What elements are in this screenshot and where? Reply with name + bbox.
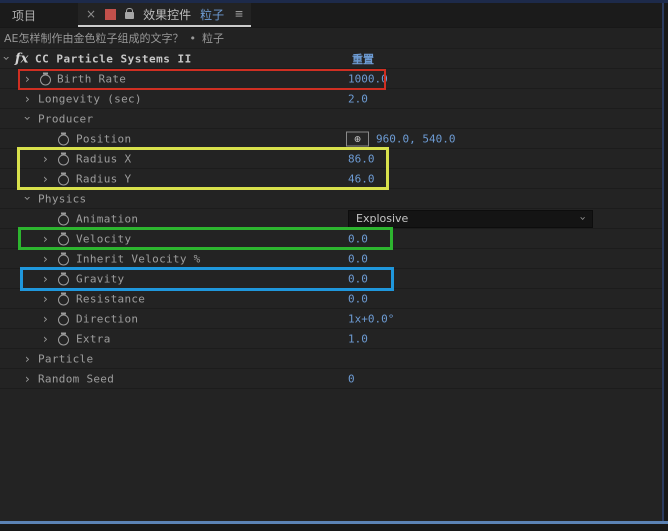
layer-color-swatch-icon	[105, 9, 116, 20]
param-row-position: Position ⊕ 960.0, 540.0	[0, 129, 662, 149]
param-label: Random Seed	[38, 372, 114, 385]
expand-arrow-icon[interactable]: ›	[43, 252, 48, 266]
parameter-list: › fx CC Particle Systems II 重置 › Birth R…	[0, 49, 662, 389]
param-label: Longevity (sec)	[38, 92, 142, 105]
param-row-radius-y: › Radius Y 46.0	[0, 169, 662, 189]
param-label: Gravity	[76, 272, 124, 285]
stopwatch-icon[interactable]	[58, 132, 69, 145]
stopwatch-icon[interactable]	[58, 212, 69, 225]
chevron-down-icon: ›	[576, 216, 589, 220]
expand-arrow-icon[interactable]: ›	[43, 152, 48, 166]
expand-arrow-icon[interactable]: ›	[43, 172, 48, 186]
param-label: Inherit Velocity %	[76, 252, 201, 265]
param-value[interactable]: 2.0	[348, 92, 368, 105]
panel-tab-bar: 项目 × 效果控件 粒子 ≡	[0, 3, 662, 28]
param-row-radius-x: › Radius X 86.0	[0, 149, 662, 169]
param-label: Birth Rate	[57, 72, 126, 85]
fx-badge-icon[interactable]: fx	[15, 51, 28, 66]
param-label: Direction	[76, 312, 138, 325]
group-label: Particle	[38, 352, 93, 365]
param-row-random-seed: › Random Seed 0	[0, 369, 662, 389]
param-row-direction: › Direction 1x+0.0°	[0, 309, 662, 329]
tab-effect-controls[interactable]: × 效果控件 粒子 ≡	[78, 3, 251, 27]
param-value[interactable]: 1000.0	[348, 72, 388, 85]
param-label: Resistance	[76, 292, 145, 305]
crosshair-target-icon: ⊕	[354, 132, 361, 145]
breadcrumb: AE怎样制作由金色粒子组成的文字？ • 粒子	[0, 28, 662, 49]
panel-right-border	[662, 3, 664, 521]
group-row-particle[interactable]: › Particle	[0, 349, 662, 369]
expand-arrow-icon[interactable]: ›	[43, 292, 48, 306]
expand-arrow-icon[interactable]: ›	[25, 92, 30, 106]
param-row-velocity: › Velocity 0.0	[0, 229, 662, 249]
collapse-chevron-icon[interactable]: ›	[0, 55, 13, 60]
stopwatch-icon[interactable]	[40, 72, 51, 85]
param-row-extra: › Extra 1.0	[0, 329, 662, 349]
stopwatch-icon[interactable]	[58, 252, 69, 265]
param-label: Radius Y	[76, 172, 131, 185]
effect-header-row: › fx CC Particle Systems II 重置	[0, 49, 662, 69]
param-value[interactable]: 0	[348, 372, 355, 385]
position-picker-button[interactable]: ⊕	[346, 131, 369, 146]
param-label: Animation	[76, 212, 138, 225]
composition-name: AE怎样制作由金色粒子组成的文字？	[4, 30, 183, 46]
param-row-resistance: › Resistance 0.0	[0, 289, 662, 309]
group-row-physics[interactable]: › Physics	[0, 189, 662, 209]
stopwatch-icon[interactable]	[58, 232, 69, 245]
param-value[interactable]: 1x+0.0°	[348, 312, 394, 325]
panel-title: 效果控件	[143, 6, 191, 23]
param-row-longevity: › Longevity (sec) 2.0	[0, 89, 662, 109]
active-layer-name: 粒子	[200, 6, 224, 23]
collapse-chevron-icon[interactable]: ›	[20, 115, 34, 120]
panel-menu-icon[interactable]: ≡	[235, 7, 243, 22]
expand-arrow-icon[interactable]: ›	[43, 332, 48, 346]
param-value[interactable]: 46.0	[348, 172, 375, 185]
param-row-animation: Animation Explosive ›	[0, 209, 662, 229]
param-row-gravity: › Gravity 0.0	[0, 269, 662, 289]
param-value[interactable]: 960.0, 540.0	[376, 132, 455, 145]
stopwatch-icon[interactable]	[58, 172, 69, 185]
breadcrumb-layer-name: 粒子	[202, 30, 224, 46]
param-value[interactable]: 86.0	[348, 152, 375, 165]
stopwatch-icon[interactable]	[58, 312, 69, 325]
reset-button[interactable]: 重置	[352, 51, 374, 67]
param-label: Velocity	[76, 232, 131, 245]
param-value[interactable]: 0.0	[348, 272, 368, 285]
expand-arrow-icon[interactable]: ›	[25, 352, 30, 366]
tab-project-label: 项目	[12, 7, 36, 24]
stopwatch-icon[interactable]	[58, 272, 69, 285]
param-row-inherit-velocity: › Inherit Velocity % 0.0	[0, 249, 662, 269]
param-label: Position	[76, 132, 131, 145]
expand-arrow-icon[interactable]: ›	[43, 312, 48, 326]
expand-arrow-icon[interactable]: ›	[43, 232, 48, 246]
param-value[interactable]: 0.0	[348, 252, 368, 265]
collapse-chevron-icon[interactable]: ›	[20, 195, 34, 200]
group-row-producer[interactable]: › Producer	[0, 109, 662, 129]
expand-arrow-icon[interactable]: ›	[25, 372, 30, 386]
panel-bottom-border	[0, 521, 668, 524]
param-row-birth-rate: › Birth Rate 1000.0	[0, 69, 662, 89]
group-label: Physics	[38, 192, 86, 205]
param-value[interactable]: 0.0	[348, 232, 368, 245]
stopwatch-icon[interactable]	[58, 152, 69, 165]
stopwatch-icon[interactable]	[58, 332, 69, 345]
effect-controls-panel: 项目 × 效果控件 粒子 ≡ AE怎样制作由金色粒子组成的文字？ • 粒子 › …	[0, 3, 662, 521]
param-value[interactable]: 1.0	[348, 332, 368, 345]
effect-name: CC Particle Systems II	[35, 52, 192, 65]
dropdown-selected-value: Explosive	[356, 212, 408, 225]
tab-project[interactable]: 项目	[0, 3, 48, 27]
expand-arrow-icon[interactable]: ›	[25, 72, 30, 86]
param-label: Extra	[76, 332, 111, 345]
breadcrumb-separator: •	[189, 32, 196, 45]
group-label: Producer	[38, 112, 93, 125]
param-label: Radius X	[76, 152, 131, 165]
animation-dropdown[interactable]: Explosive ›	[348, 210, 593, 228]
close-tab-icon[interactable]: ×	[86, 7, 96, 21]
expand-arrow-icon[interactable]: ›	[43, 272, 48, 286]
param-value[interactable]: 0.0	[348, 292, 368, 305]
lock-icon[interactable]	[125, 12, 134, 19]
stopwatch-icon[interactable]	[58, 292, 69, 305]
